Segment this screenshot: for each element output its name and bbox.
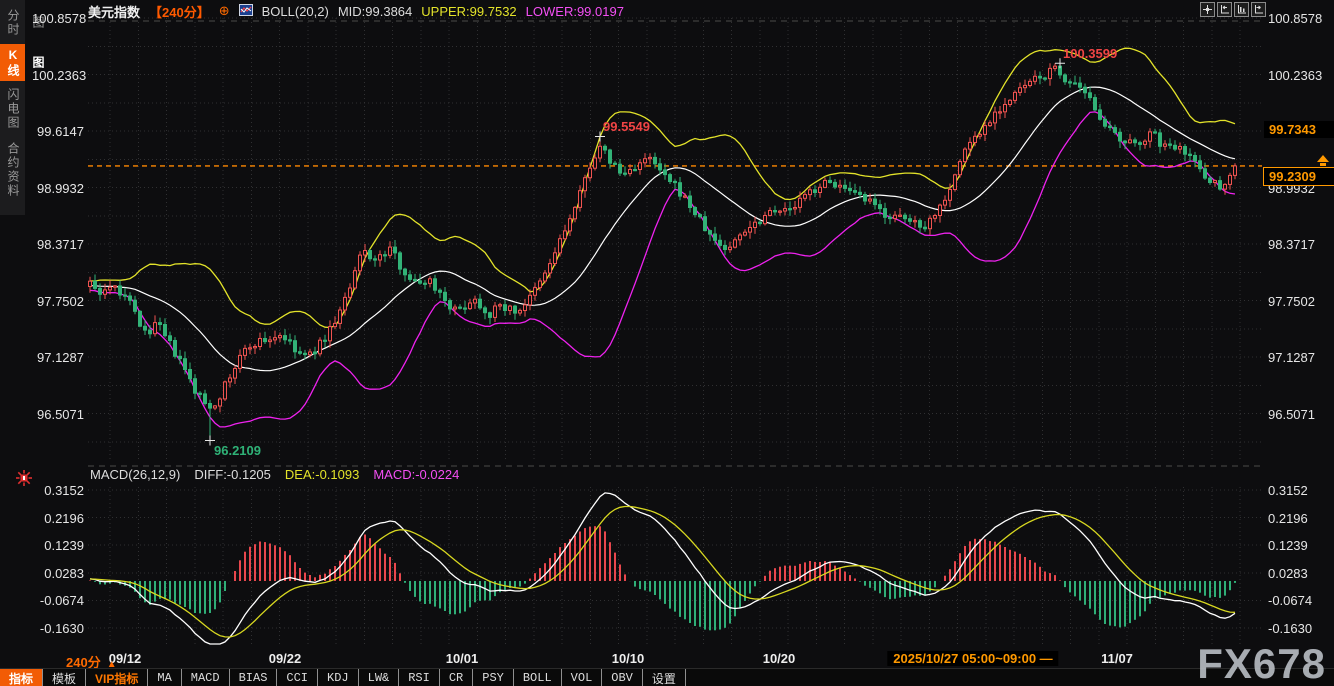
chart-tool-buttons [1200, 2, 1266, 17]
macd-tick-left: 0.3152 [32, 483, 84, 498]
sidebar-item-4[interactable]: 合约资料 [0, 137, 25, 203]
toolbar-item-RSI[interactable]: RSI [399, 669, 440, 686]
mini-chart-icon[interactable] [239, 4, 253, 19]
toolbar-item-VIP指标[interactable]: VIP指标 [86, 669, 148, 686]
axis-pan-left-icon[interactable] [1217, 2, 1232, 17]
toolbar-item-指标[interactable]: 指标 [0, 669, 43, 686]
sidebar-item-1[interactable]: 分时图 [0, 3, 25, 42]
main-tick-right: 96.5071 [1268, 407, 1320, 422]
toolbar-item-CR[interactable]: CR [440, 669, 473, 686]
toolbar-item-BOLL[interactable]: BOLL [514, 669, 562, 686]
toolbar-item-设置[interactable]: 设置 [643, 669, 686, 686]
toolbar-item-模板[interactable]: 模板 [43, 669, 86, 686]
macd-tick-left: -0.1630 [32, 621, 84, 636]
band-price-tag: 99.7343 [1264, 121, 1334, 138]
indicator-marker-icon[interactable] [15, 469, 33, 487]
macd-tick-left: 0.2196 [32, 511, 84, 526]
toolbar-item-KDJ[interactable]: KDJ [318, 669, 359, 686]
trading-app-window: 分时图K线图闪电图合约资料 美元指数 【240分】 ⊕ BOLL(20,2) M… [0, 0, 1334, 686]
toolbar-item-OBV[interactable]: OBV [602, 669, 643, 686]
macd-tick-right: 0.2196 [1268, 511, 1320, 526]
watermark-logo: FX678 [1197, 644, 1326, 684]
sidebar: 分时图K线图闪电图合约资料 [0, 0, 25, 215]
x-label: 10/20 [763, 651, 796, 666]
x-label: 09/22 [269, 651, 302, 666]
boll-indicator-label: BOLL(20,2) [262, 4, 329, 19]
toolbar-item-PSY[interactable]: PSY [473, 669, 514, 686]
main-tick-left: 99.6147 [32, 124, 84, 139]
main-tick-left: 100.8578 [32, 11, 84, 26]
toolbar-item-BIAS[interactable]: BIAS [230, 669, 278, 686]
main-tick-left: 96.5071 [32, 407, 84, 422]
macd-tick-right: 0.1239 [1268, 538, 1320, 553]
toolbar-item-VOL[interactable]: VOL [562, 669, 603, 686]
x-label-highlighted: 2025/10/27 05:00~09:00 — [887, 651, 1058, 666]
swing-low-label: 96.2109 [214, 443, 261, 458]
axis-pan-right-icon[interactable] [1251, 2, 1266, 17]
instrument-title: 美元指数 [88, 2, 140, 21]
chart-canvas[interactable] [0, 0, 1334, 686]
circle-plus-icon[interactable]: ⊕ [219, 3, 230, 19]
macd-tick-left: 0.1239 [32, 538, 84, 553]
toolbar-item-CCI[interactable]: CCI [277, 669, 318, 686]
move-cross-icon[interactable] [1200, 2, 1215, 17]
macd-name: MACD(26,12,9) [90, 467, 180, 482]
x-label: 11/07 [1101, 651, 1133, 666]
bottom-toolbar: 指标模板VIP指标MAMACDBIASCCIKDJLW&RSICRPSYBOLL… [0, 668, 1334, 686]
main-tick-left: 100.2363 [32, 68, 84, 83]
main-tick-left: 98.9932 [32, 181, 84, 196]
current-price-tag: 99.2309 [1263, 167, 1334, 186]
axis-bars-icon[interactable] [1234, 2, 1249, 17]
main-tick-left: 97.1287 [32, 350, 84, 365]
macd-tick-right: -0.1630 [1268, 621, 1320, 636]
x-label: 10/10 [612, 651, 645, 666]
macd-header: MACD(26,12,9) DIFF:-0.1205 DEA:-0.1093 M… [90, 467, 459, 482]
x-axis: 09/1209/2210/0110/1010/202025/10/27 05:0… [0, 651, 1334, 668]
main-tick-right: 98.3717 [1268, 237, 1320, 252]
main-tick-left: 97.7502 [32, 294, 84, 309]
main-tick-right: 97.7502 [1268, 294, 1320, 309]
main-tick-right: 100.8578 [1268, 11, 1320, 26]
swing-high-label: 99.5549 [603, 119, 650, 134]
macd-tick-right: -0.0674 [1268, 593, 1320, 608]
macd-tick-left: -0.0674 [32, 593, 84, 608]
toolbar-item-LW&[interactable]: LW& [359, 669, 400, 686]
macd-macd-value: MACD:-0.0224 [373, 467, 459, 482]
main-tick-left: 98.3717 [32, 237, 84, 252]
peak-high-label: 100.3599 [1063, 46, 1117, 61]
macd-diff-value: DIFF:-0.1205 [194, 467, 271, 482]
x-label: 10/01 [446, 651, 479, 666]
period-label[interactable]: 【240分】 [149, 2, 210, 21]
toolbar-item-MACD[interactable]: MACD [182, 669, 230, 686]
boll-mid-value: MID:99.3864 [338, 4, 412, 19]
macd-tick-right: 0.3152 [1268, 483, 1320, 498]
macd-dea-value: DEA:-0.1093 [285, 467, 359, 482]
macd-tick-left: 0.0283 [32, 566, 84, 581]
boll-lower-value: LOWER:99.0197 [526, 4, 624, 19]
main-tick-right: 100.2363 [1268, 68, 1320, 83]
sidebar-item-3[interactable]: 闪电图 [0, 85, 25, 132]
chart-header: 美元指数 【240分】 ⊕ BOLL(20,2) MID:99.3864 UPP… [88, 3, 624, 19]
macd-tick-right: 0.0283 [1268, 566, 1320, 581]
boll-upper-value: UPPER:99.7532 [421, 4, 516, 19]
main-tick-right: 97.1287 [1268, 350, 1320, 365]
toolbar-item-MA[interactable]: MA [148, 669, 181, 686]
sidebar-item-2[interactable]: K线图 [0, 44, 25, 81]
